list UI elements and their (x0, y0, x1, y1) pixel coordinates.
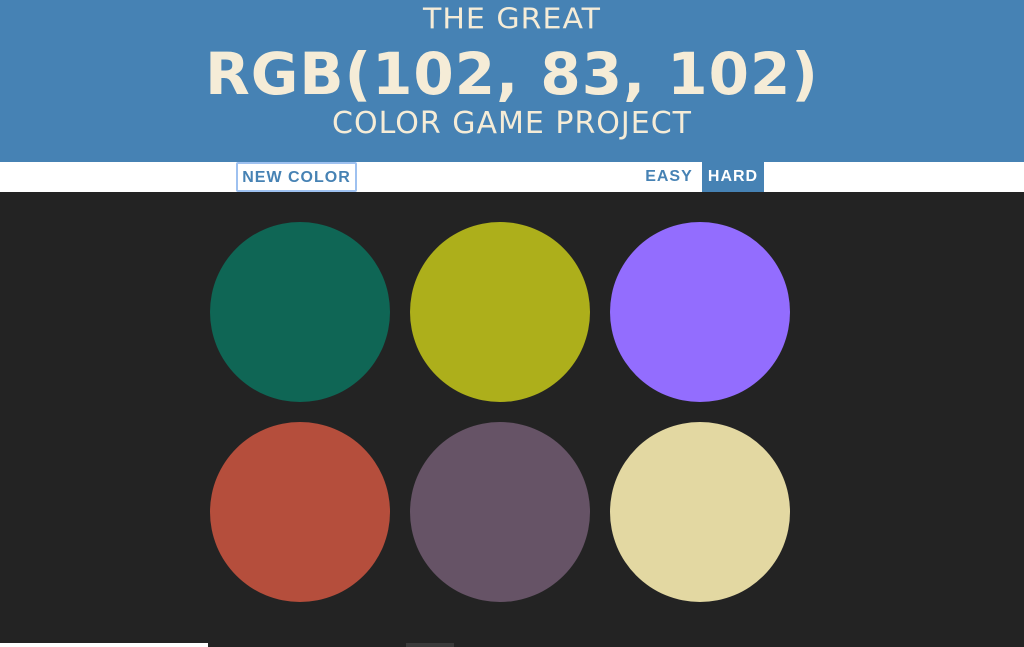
color-square-6[interactable] (610, 422, 790, 602)
title-line-subtitle: COLOR GAME PROJECT (332, 106, 692, 141)
title-line-the-great: THE GREAT (423, 2, 601, 37)
color-square-5[interactable] (410, 422, 590, 602)
new-color-button[interactable]: NEW COLOR (236, 162, 357, 192)
bottom-edge-light (0, 643, 208, 647)
color-square-1[interactable] (210, 222, 390, 402)
color-square-2[interactable] (410, 222, 590, 402)
color-square-3[interactable] (610, 222, 790, 402)
rgb-display: RGB(102, 83, 102) (205, 40, 819, 108)
bottom-edge-dark (406, 643, 454, 647)
hard-mode-button[interactable]: HARD (702, 162, 764, 192)
header: THE GREAT RGB(102, 83, 102) COLOR GAME P… (0, 0, 1024, 162)
color-square-4[interactable] (210, 422, 390, 602)
easy-mode-button[interactable]: EASY (636, 162, 702, 192)
control-stripe: NEW COLOR EASY HARD (0, 162, 1024, 192)
